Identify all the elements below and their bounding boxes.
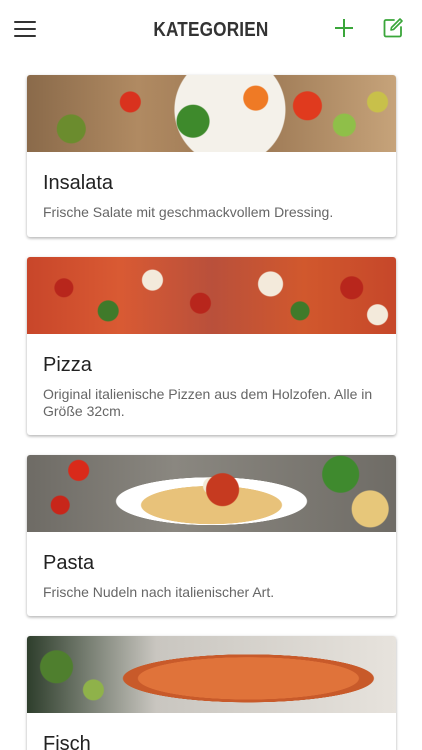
category-title: Pizza bbox=[43, 354, 92, 376]
category-description: Frische Salate mit geschmackvollem Dress… bbox=[43, 204, 334, 220]
category-card-fisch[interactable]: Fisch bbox=[27, 636, 396, 750]
card-body: Insalata Frische Salate mit geschmackvol… bbox=[27, 152, 396, 237]
category-card-pasta[interactable]: Pasta Frische Nudeln nach italienischer … bbox=[27, 455, 396, 616]
category-image-salad bbox=[27, 75, 396, 152]
add-icon[interactable] bbox=[333, 17, 355, 39]
category-card-insalata[interactable]: Insalata Frische Salate mit geschmackvol… bbox=[27, 75, 396, 237]
category-description: Original italienische Pizzen aus dem Hol… bbox=[43, 386, 373, 419]
category-description: Frische Nudeln nach italienischer Art. bbox=[43, 584, 275, 600]
top-bar: KATEGORIEN bbox=[0, 0, 422, 60]
category-image-pasta bbox=[27, 455, 396, 532]
category-card-pizza[interactable]: Pizza Original italienische Pizzen aus d… bbox=[27, 257, 396, 435]
category-title: Fisch bbox=[43, 733, 91, 750]
card-body: Pizza Original italienische Pizzen aus d… bbox=[27, 334, 396, 435]
card-body: Pasta Frische Nudeln nach italienischer … bbox=[27, 532, 396, 616]
category-image-fish bbox=[27, 636, 396, 713]
category-image-pizza bbox=[27, 257, 396, 334]
page-title: KATEGORIEN bbox=[153, 18, 269, 41]
category-title: Insalata bbox=[43, 172, 114, 194]
edit-icon[interactable] bbox=[382, 17, 404, 39]
category-title: Pasta bbox=[43, 552, 95, 574]
card-body: Fisch bbox=[27, 713, 396, 750]
app-screen: KATEGORIEN Insalata Frische Salate mit g… bbox=[0, 0, 422, 750]
menu-icon[interactable] bbox=[14, 18, 36, 40]
